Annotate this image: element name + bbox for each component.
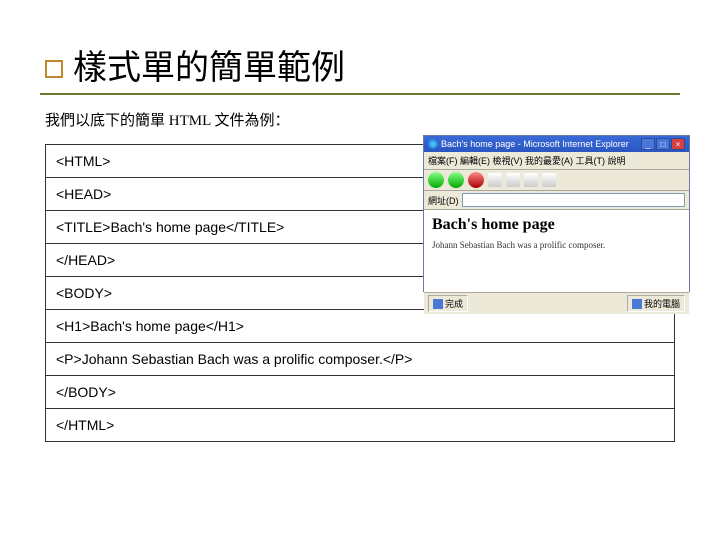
browser-addressbar: 網址(D): [424, 191, 689, 210]
slide-title: 樣式單的簡單範例: [73, 40, 345, 89]
status-left: 完成: [445, 297, 463, 310]
code-line: <P>Johann Sebastian Bach was a prolific …: [46, 343, 675, 376]
browser-titlebar: Bach's home page - Microsoft Internet Ex…: [424, 136, 689, 152]
browser-menubar[interactable]: 檔案(F) 編輯(E) 檢視(V) 我的最愛(A) 工具(T) 說明: [424, 152, 689, 170]
minimize-button[interactable]: _: [641, 138, 655, 150]
home-button-icon[interactable]: [506, 173, 520, 187]
zone-icon: [632, 299, 642, 309]
browser-toolbar: [424, 170, 689, 191]
code-line: </HTML>: [46, 409, 675, 442]
page-paragraph: Johann Sebastian Bach was a prolific com…: [432, 240, 681, 250]
title-underline: [40, 93, 680, 95]
search-button-icon[interactable]: [524, 173, 538, 187]
browser-title: Bach's home page - Microsoft Internet Ex…: [441, 139, 629, 149]
ie-icon: [428, 139, 438, 149]
back-button-icon[interactable]: [428, 172, 444, 188]
status-icon: [433, 299, 443, 309]
page-heading: Bach's home page: [432, 216, 681, 234]
forward-button-icon[interactable]: [448, 172, 464, 188]
address-input[interactable]: [462, 193, 686, 207]
code-line: <H1>Bach's home page</H1>: [46, 310, 675, 343]
close-button[interactable]: ×: [671, 138, 685, 150]
stop-button-icon[interactable]: [468, 172, 484, 188]
accent-square: [45, 60, 63, 78]
address-label: 網址(D): [428, 194, 459, 207]
favorites-button-icon[interactable]: [542, 173, 556, 187]
browser-content: Bach's home page Johann Sebastian Bach w…: [424, 210, 689, 293]
browser-statusbar: 完成 我的電腦: [424, 293, 689, 314]
intro-text: 我們以底下的簡單 HTML 文件為例：: [45, 109, 680, 130]
maximize-button[interactable]: □: [656, 138, 670, 150]
code-line: </BODY>: [46, 376, 675, 409]
browser-screenshot: Bach's home page - Microsoft Internet Ex…: [423, 135, 690, 292]
refresh-button-icon[interactable]: [488, 173, 502, 187]
status-right: 我的電腦: [644, 297, 680, 310]
